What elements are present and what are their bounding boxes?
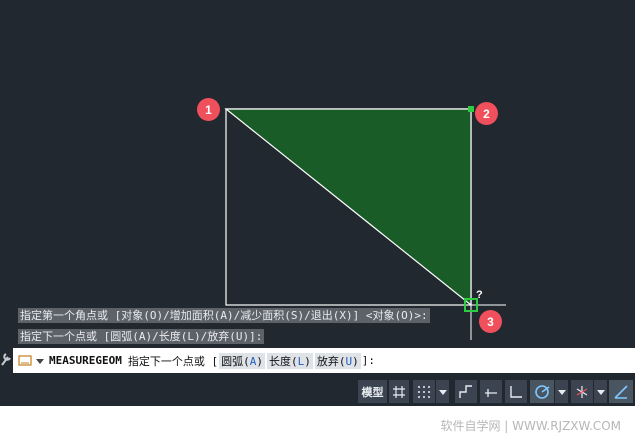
drawing-canvas[interactable]: ?: [0, 0, 635, 346]
polar-tracking-dropdown[interactable]: [555, 380, 568, 403]
point-marker-1: 1: [197, 98, 220, 121]
command-history-line-2: 指定下一个点或 [圆弧(A)/长度(L)/放弃(U)]:: [18, 329, 265, 344]
status-bar: 模型: [0, 374, 635, 406]
dropdown-arrow-icon: [596, 389, 605, 395]
recent-commands-dropdown-icon[interactable]: [35, 356, 45, 366]
isodraft-button[interactable]: [571, 380, 593, 403]
dropdown-arrow-icon: [438, 389, 447, 395]
measured-area-fill: [224, 108, 472, 307]
watermark-text: 软件自学网 | WWW.RJZXW.COM: [440, 419, 621, 433]
option-undo[interactable]: 放弃(U): [314, 352, 361, 369]
cursor-hint: ?: [476, 289, 483, 301]
snap-mode-dropdown[interactable]: [436, 380, 449, 403]
vertex-grip: [468, 106, 474, 112]
ortho-mode-button[interactable]: [505, 380, 527, 403]
point-marker-2: 2: [475, 102, 498, 125]
grid-button[interactable]: [389, 380, 409, 403]
snap-dots-icon: [418, 385, 430, 398]
option-arc[interactable]: 圆弧(A): [219, 352, 265, 369]
infer-constraints-button[interactable]: [455, 380, 477, 403]
infer-constraints-icon: [459, 384, 472, 398]
dropdown-arrow-icon: [557, 389, 566, 395]
object-snap-tracking-button[interactable]: [609, 380, 633, 403]
point-marker-3: 3: [479, 310, 502, 333]
command-prompt-text: 指定下一个点或 [: [127, 354, 219, 368]
command-line[interactable]: MEASUREGEOM 指定下一个点或 [ 圆弧(A) 长度(L) 放弃(U) …: [13, 348, 635, 373]
footer: 软件自学网 | WWW.RJZXW.COM: [0, 406, 635, 444]
customize-wrench-icon[interactable]: [0, 351, 12, 369]
dynamic-input-icon: [485, 388, 497, 397]
command-prompt-suffix: ]:: [361, 354, 375, 367]
command-prompt-icon[interactable]: [17, 353, 33, 369]
dynamic-input-button[interactable]: [480, 380, 502, 403]
polar-tracking-button[interactable]: [530, 380, 554, 403]
isodraft-icon: [576, 385, 588, 398]
isodraft-dropdown[interactable]: [594, 380, 607, 403]
grid-icon: [393, 385, 405, 398]
model-space-button[interactable]: 模型: [358, 380, 387, 403]
snap-mode-button[interactable]: [413, 380, 435, 403]
option-length[interactable]: 长度(L): [266, 352, 313, 369]
command-history-line-1: 指定第一个角点或 [对象(O)/增加面积(A)/减少面积(S)/退出(X)] <…: [18, 308, 430, 323]
active-command-name: MEASUREGEOM: [49, 354, 122, 367]
ortho-icon: [510, 385, 522, 398]
polar-tracking-icon: [535, 384, 550, 399]
osnap-tracking-icon: [614, 384, 628, 399]
